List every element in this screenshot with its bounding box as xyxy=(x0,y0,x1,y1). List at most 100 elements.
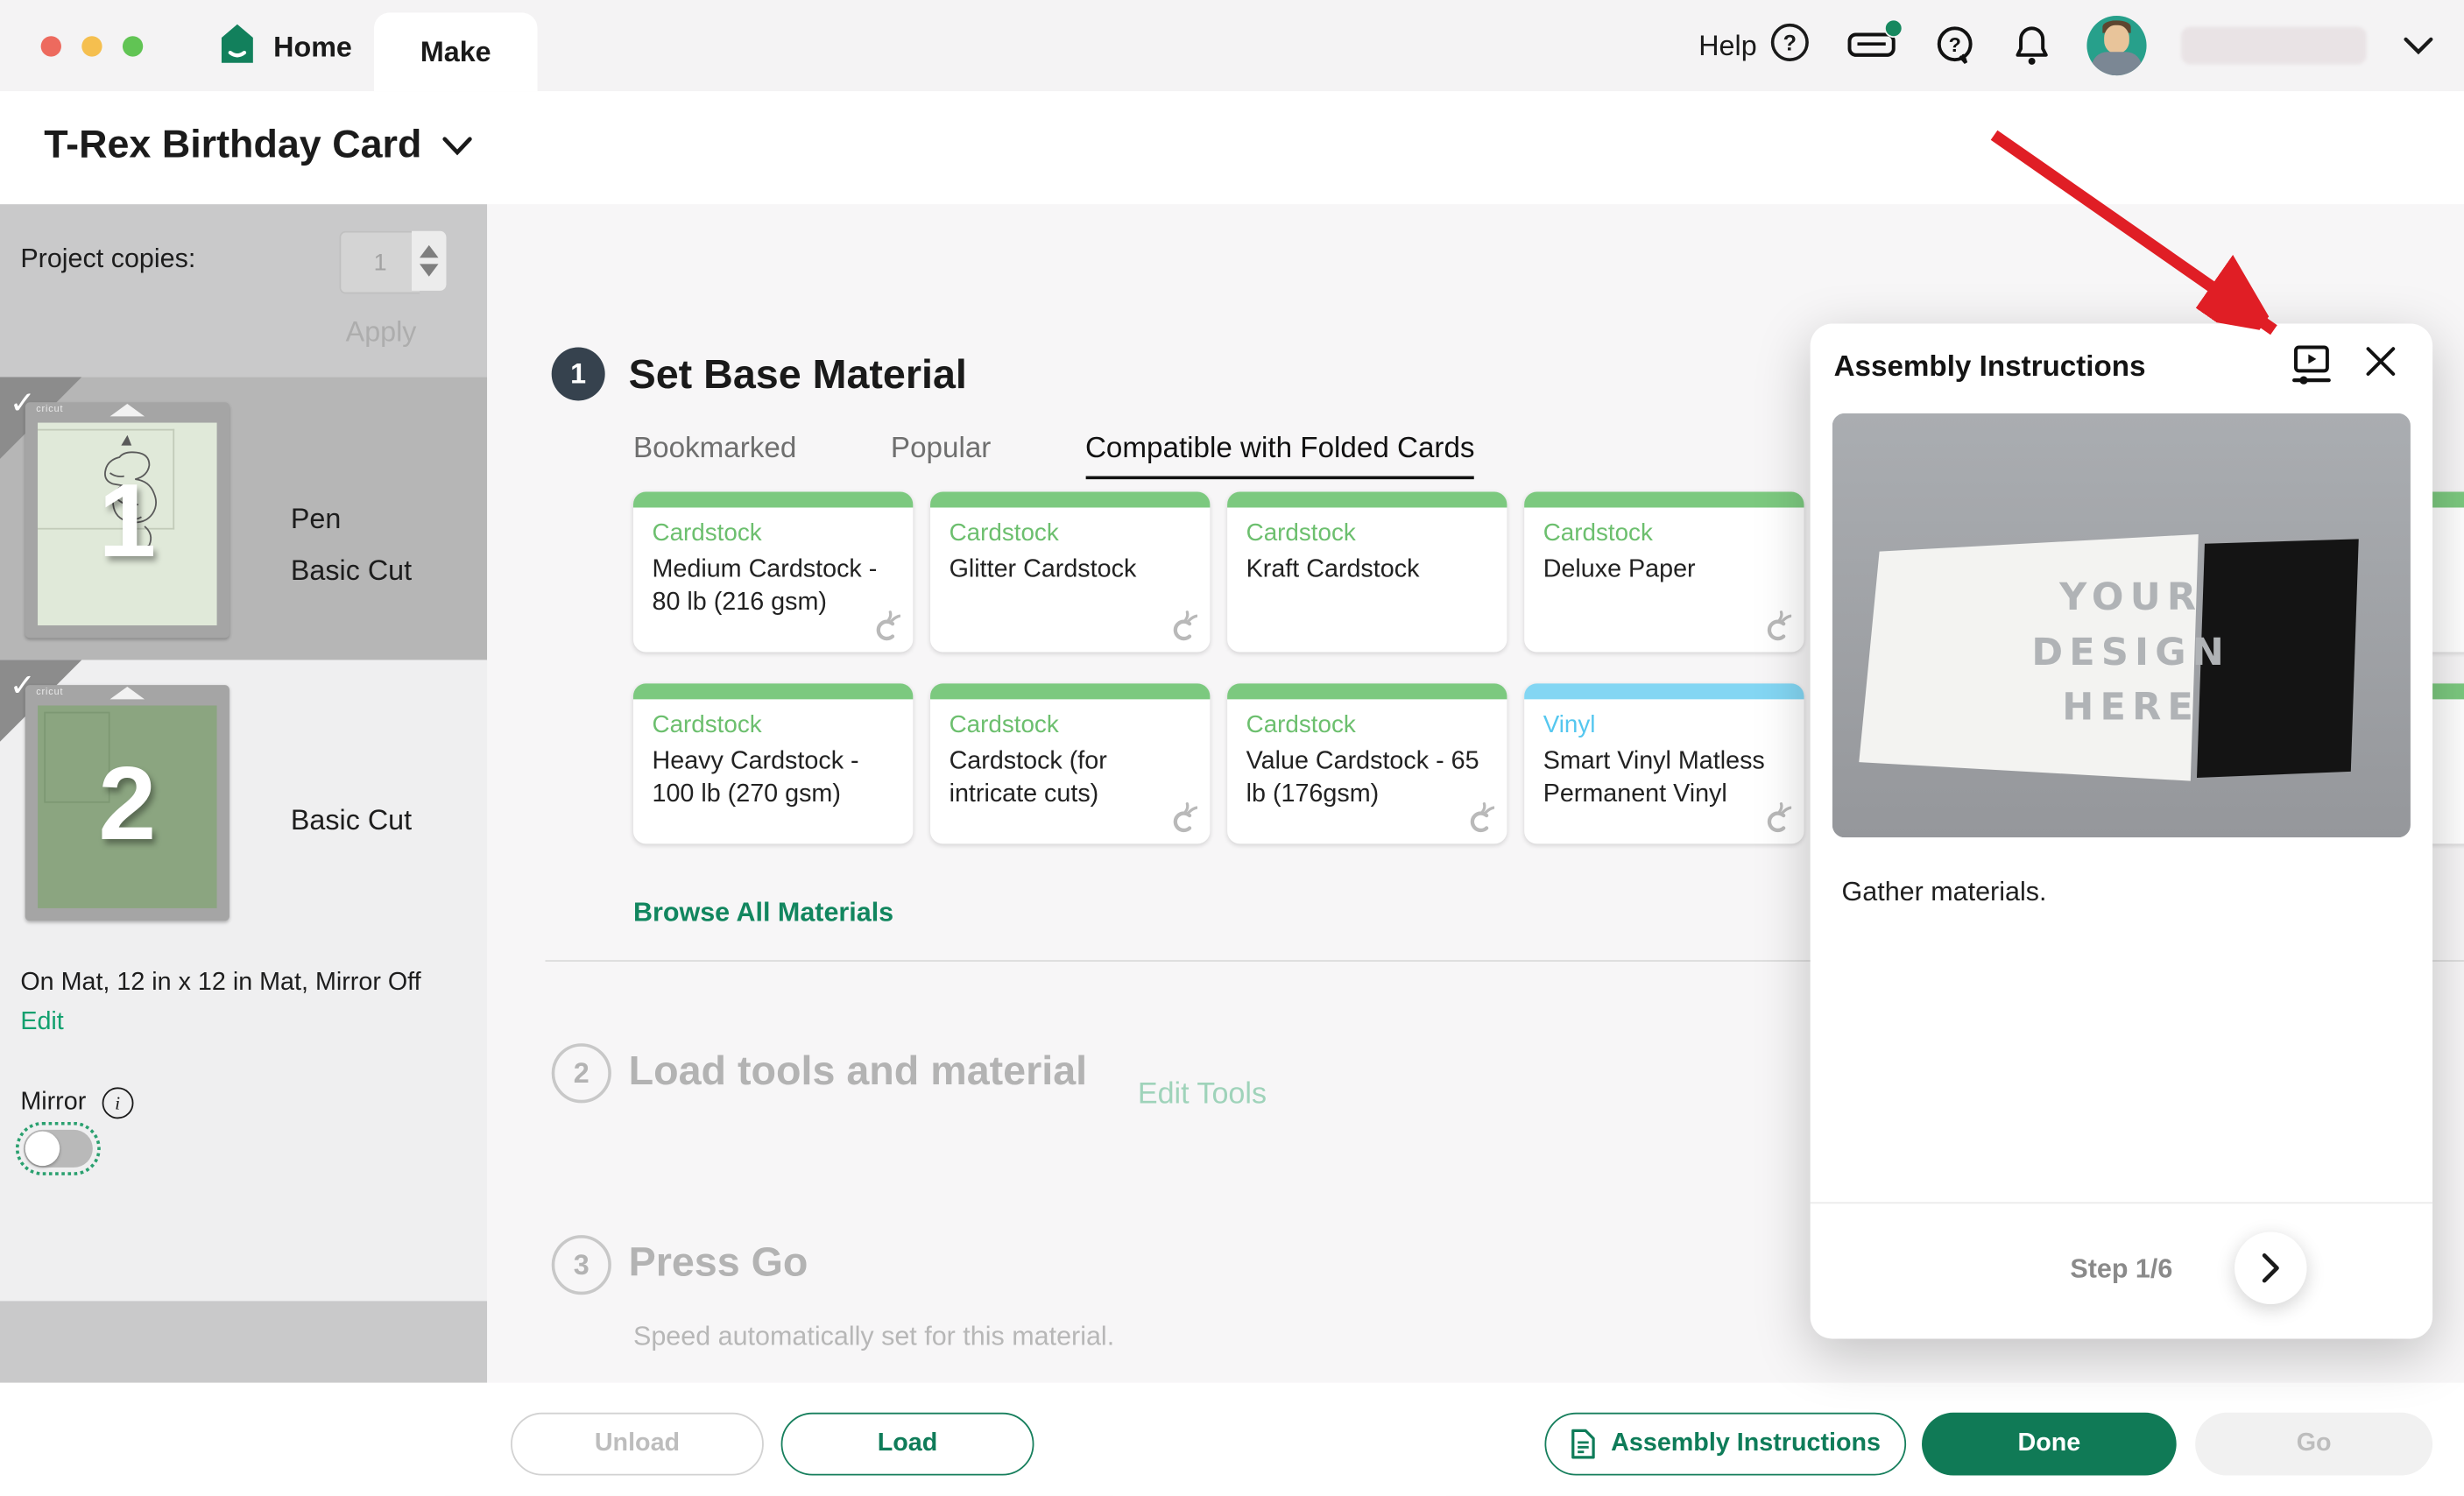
step2-number-badge: 2 xyxy=(552,1043,611,1103)
close-window-button[interactable] xyxy=(41,36,61,56)
mat1-number: 1 xyxy=(25,402,229,638)
assembly-step-caption: Gather materials. xyxy=(1842,877,2047,908)
assembly-step-photo: YOUR DESIGN HERE xyxy=(1832,413,2411,837)
category-color-bar xyxy=(1524,492,1804,508)
stencil-text-design: DESIGN xyxy=(2031,631,2230,674)
material-card-value-cardstock[interactable]: Cardstock Value Cardstock - 65 lb (176gs… xyxy=(1227,683,1507,843)
material-card-kraft-cardstock[interactable]: Cardstock Kraft Cardstock xyxy=(1227,492,1507,653)
step3-title: Press Go xyxy=(629,1238,808,1288)
cricut-bookmark-icon xyxy=(1166,608,1197,642)
cricut-bookmark-icon xyxy=(1463,800,1494,834)
step-indicator: Step 1/6 xyxy=(1811,1254,2432,1286)
help-button[interactable]: Help ? xyxy=(1698,21,1810,70)
mat-item-2[interactable]: ✓ cricut 2 Basic Cut xyxy=(0,660,487,942)
mat-sidebar: Project copies: Apply ✓ cricut xyxy=(0,204,487,1382)
top-bar: Home Make Help ? ? xyxy=(0,0,2464,91)
material-name: Deluxe Paper xyxy=(1543,554,1783,587)
material-name: Medium Cardstock - 80 lb (216 gsm) xyxy=(653,554,892,620)
zoom-window-button[interactable] xyxy=(123,36,143,56)
page-title: T-Rex Birthday Card xyxy=(44,123,421,168)
mat1-thumbnail: cricut 1 xyxy=(25,402,229,638)
browse-all-materials-link[interactable]: Browse All Materials xyxy=(633,897,893,928)
tab-compatible-folded-cards[interactable]: Compatible with Folded Cards xyxy=(1085,431,1475,480)
cricut-bookmark-icon xyxy=(1760,608,1791,642)
document-icon xyxy=(1571,1429,1597,1460)
mirror-info-icon[interactable]: i xyxy=(102,1087,133,1118)
mat1-tool-pen: Pen xyxy=(291,503,412,536)
material-tabs: Bookmarked Popular Compatible with Folde… xyxy=(633,431,1475,480)
mat-item-1[interactable]: ✓ cricut 1 xyxy=(0,378,487,660)
go-label: Go xyxy=(2297,1430,2332,1458)
project-copies-label: Project copies: xyxy=(20,243,195,275)
material-category: Cardstock xyxy=(1246,520,1356,548)
project-title-dropdown[interactable]: T-Rex Birthday Card xyxy=(44,123,475,168)
load-label: Load xyxy=(878,1430,938,1458)
project-title-bar: T-Rex Birthday Card xyxy=(0,91,2464,204)
material-card-smart-vinyl[interactable]: Vinyl Smart Vinyl Matless Permanent Viny… xyxy=(1524,683,1804,843)
assembly-instructions-button[interactable]: Assembly Instructions xyxy=(1544,1413,1906,1476)
close-panel-button[interactable] xyxy=(2363,344,2397,386)
material-card-glitter-cardstock[interactable]: Cardstock Glitter Cardstock xyxy=(930,492,1210,653)
step2-title: Load tools and material xyxy=(629,1047,1088,1096)
material-card-deluxe-paper[interactable]: Cardstock Deluxe Paper xyxy=(1524,492,1804,653)
make-tab-label: Make xyxy=(420,35,491,68)
stepper-down-icon[interactable] xyxy=(420,264,439,276)
app-window: Home Make Help ? ? xyxy=(0,0,2464,1496)
mirror-toggle[interactable] xyxy=(16,1122,101,1175)
video-instructions-button[interactable] xyxy=(2288,342,2335,398)
material-card-intricate-cardstock[interactable]: Cardstock Cardstock (for intricate cuts) xyxy=(930,683,1210,843)
tab-popular[interactable]: Popular xyxy=(891,431,991,480)
load-button[interactable]: Load xyxy=(781,1413,1034,1476)
copies-stepper[interactable] xyxy=(412,231,446,291)
material-name: Kraft Cardstock xyxy=(1246,554,1486,587)
user-name-redacted xyxy=(2181,26,2367,64)
mat2-thumbnail: cricut 2 xyxy=(25,685,229,921)
category-color-bar xyxy=(1524,683,1804,699)
material-name: Heavy Cardstock - 100 lb (270 gsm) xyxy=(653,746,892,812)
machine-status-button[interactable] xyxy=(1845,25,1898,67)
unload-button[interactable]: Unload xyxy=(511,1413,764,1476)
material-name: Value Cardstock - 65 lb (176gsm) xyxy=(1246,746,1486,812)
support-chat-button[interactable]: ? xyxy=(1933,24,1977,67)
step3-subtitle: Speed automatically set for this materia… xyxy=(633,1322,1114,1353)
step1-number-badge: 1 xyxy=(552,347,605,400)
chat-question-icon: ? xyxy=(1933,24,1977,67)
edit-mat-link[interactable]: Edit xyxy=(20,1009,63,1037)
material-card-heavy-cardstock[interactable]: Cardstock Heavy Cardstock - 100 lb (270 … xyxy=(633,683,913,843)
category-color-bar xyxy=(633,683,913,699)
material-name: Smart Vinyl Matless Permanent Vinyl xyxy=(1543,746,1783,812)
step3-number-badge: 3 xyxy=(552,1235,611,1295)
minimize-window-button[interactable] xyxy=(81,36,102,56)
category-color-bar xyxy=(930,683,1210,699)
next-step-button[interactable] xyxy=(2235,1231,2307,1304)
done-button[interactable]: Done xyxy=(1922,1413,2177,1476)
sidebar-bottom-strip xyxy=(0,1301,487,1382)
go-button[interactable]: Go xyxy=(2195,1413,2432,1476)
material-card-medium-cardstock[interactable]: Cardstock Medium Cardstock - 80 lb (216 … xyxy=(633,492,913,653)
material-category: Cardstock xyxy=(653,712,762,740)
material-category: Cardstock xyxy=(653,520,762,548)
help-question-icon: ? xyxy=(1769,21,1811,70)
edit-tools-link[interactable]: Edit Tools xyxy=(1138,1078,1267,1112)
category-color-bar xyxy=(1227,683,1507,699)
project-copies-section: Project copies: Apply xyxy=(0,204,487,377)
tab-home[interactable]: Home xyxy=(217,22,352,74)
notifications-button[interactable] xyxy=(2011,24,2052,67)
chevron-right-icon xyxy=(2256,1253,2284,1284)
apply-button[interactable]: Apply xyxy=(336,314,426,350)
material-name: Cardstock (for intricate cuts) xyxy=(950,746,1189,812)
category-color-bar xyxy=(633,492,913,508)
done-label: Done xyxy=(2017,1430,2080,1458)
material-category: Cardstock xyxy=(950,712,1059,740)
assembly-instructions-panel: Assembly Instructions xyxy=(1811,324,2432,1339)
avatar[interactable] xyxy=(2086,16,2146,75)
account-menu-button[interactable] xyxy=(2401,34,2435,56)
tab-bookmarked[interactable]: Bookmarked xyxy=(633,431,796,480)
tab-make[interactable]: Make xyxy=(374,12,538,91)
assembly-instructions-label: Assembly Instructions xyxy=(1611,1430,1881,1458)
stepper-up-icon[interactable] xyxy=(420,245,439,258)
cricut-bookmark-icon xyxy=(869,608,900,642)
project-copies-input[interactable] xyxy=(339,231,419,294)
avatar-suit xyxy=(2092,52,2142,75)
step1-title: Set Base Material xyxy=(629,350,967,399)
